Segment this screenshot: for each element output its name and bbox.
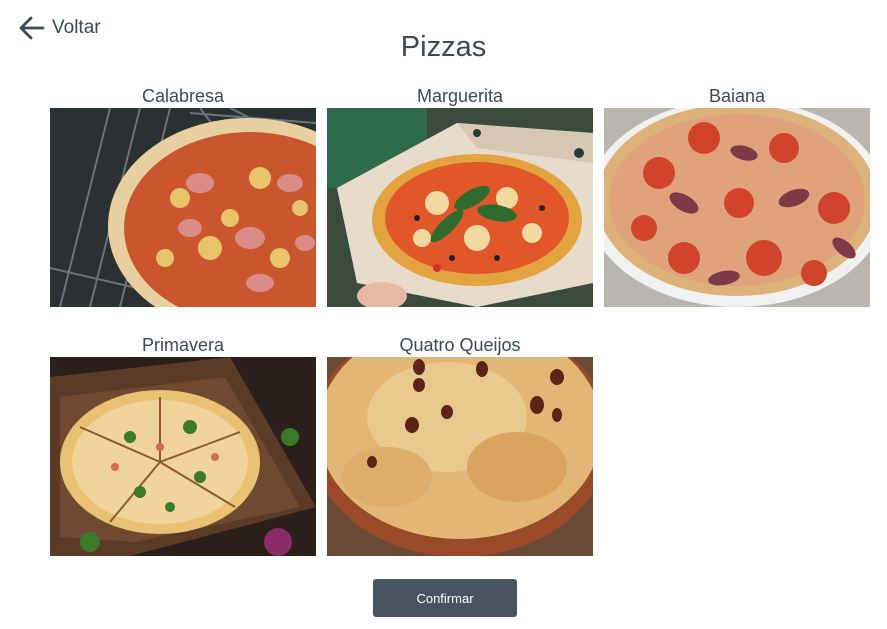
pizza-label: Quatro Queijos	[399, 335, 521, 355]
pizza-image-marguerita[interactable]	[327, 108, 593, 307]
pizza-card-primavera[interactable]: Primavera	[50, 333, 316, 556]
pizza-label: Marguerita	[416, 86, 504, 106]
pizza-grid: Calabresa Marguerita Baiana Primavera Qu…	[50, 84, 872, 556]
pizza-card-marguerita[interactable]: Marguerita	[327, 84, 593, 307]
pizza-card-quatro-queijos[interactable]: Quatro Queijos	[327, 333, 593, 556]
pizza-label: Calabresa	[141, 86, 225, 106]
pizza-image-quatro-queijos[interactable]	[327, 357, 593, 556]
pizza-card-calabresa[interactable]: Calabresa	[50, 84, 316, 307]
pizza-label: Primavera	[141, 335, 225, 355]
page-title: Pizzas	[400, 31, 487, 63]
pizza-label: Baiana	[708, 86, 766, 106]
pizza-image-primavera[interactable]	[50, 357, 316, 556]
pizza-image-baiana[interactable]	[604, 108, 870, 307]
pizza-card-baiana[interactable]: Baiana	[604, 84, 870, 307]
pizza-image-calabresa[interactable]	[50, 108, 316, 307]
confirm-button[interactable]: Confirmar	[373, 579, 517, 617]
